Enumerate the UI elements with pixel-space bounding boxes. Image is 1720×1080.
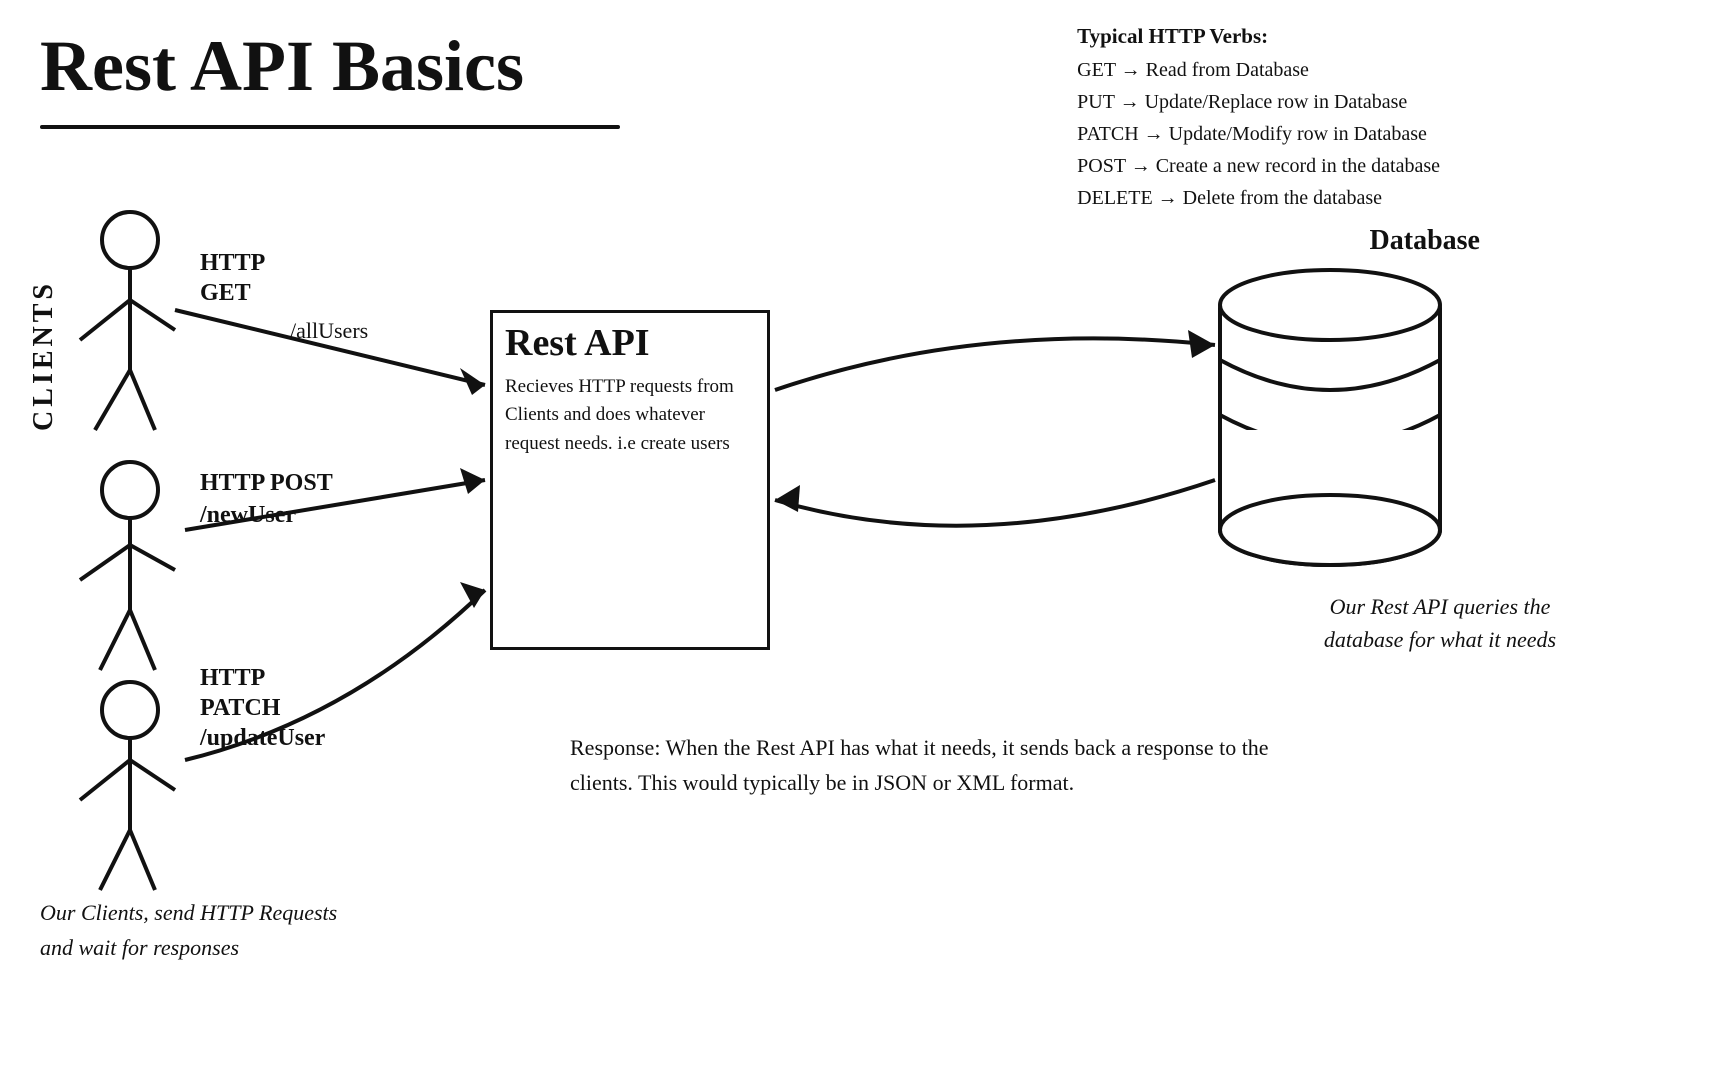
verbs-line: POST → Create a new record in the databa… <box>1077 150 1440 182</box>
svg-text:/allUsers: /allUsers <box>290 318 368 343</box>
clients-label: CLIENTS <box>28 280 60 431</box>
verbs-heading: Typical HTTP Verbs: <box>1077 20 1440 54</box>
svg-text:HTTP: HTTP <box>200 665 265 691</box>
svg-text:PATCH: PATCH <box>200 695 281 721</box>
page-title: Rest API Basics <box>40 30 524 102</box>
response-label: Response: When the Rest API has what it … <box>570 730 1270 800</box>
title-underline <box>40 125 620 129</box>
verbs-lines: GET → Read from DatabasePUT → Update/Rep… <box>1077 54 1440 214</box>
database-label: Database <box>1370 225 1480 257</box>
verbs-box: Typical HTTP Verbs: GET → Read from Data… <box>1077 20 1440 214</box>
verbs-line: DELETE → Delete from the database <box>1077 182 1440 214</box>
db-query-label: Our Rest API queries the database for wh… <box>1300 590 1580 656</box>
rest-api-box: Rest API Recieves HTTP requests from Cli… <box>490 310 770 650</box>
svg-text:GET: GET <box>200 280 251 306</box>
svg-text:HTTP: HTTP <box>200 250 265 276</box>
verbs-line: PATCH → Update/Modify row in Database <box>1077 118 1440 150</box>
rest-api-title: Rest API <box>493 313 767 365</box>
svg-text:/newUser: /newUser <box>199 502 296 528</box>
verbs-line: PUT → Update/Replace row in Database <box>1077 86 1440 118</box>
svg-text:HTTP POST: HTTP POST <box>200 470 333 496</box>
clients-bottom-label: Our Clients, send HTTP Requestsand wait … <box>40 895 337 965</box>
svg-text:/updateUser: /updateUser <box>199 725 326 751</box>
verbs-line: GET → Read from Database <box>1077 54 1440 86</box>
rest-api-description: Recieves HTTP requests from Clients and … <box>493 365 767 467</box>
